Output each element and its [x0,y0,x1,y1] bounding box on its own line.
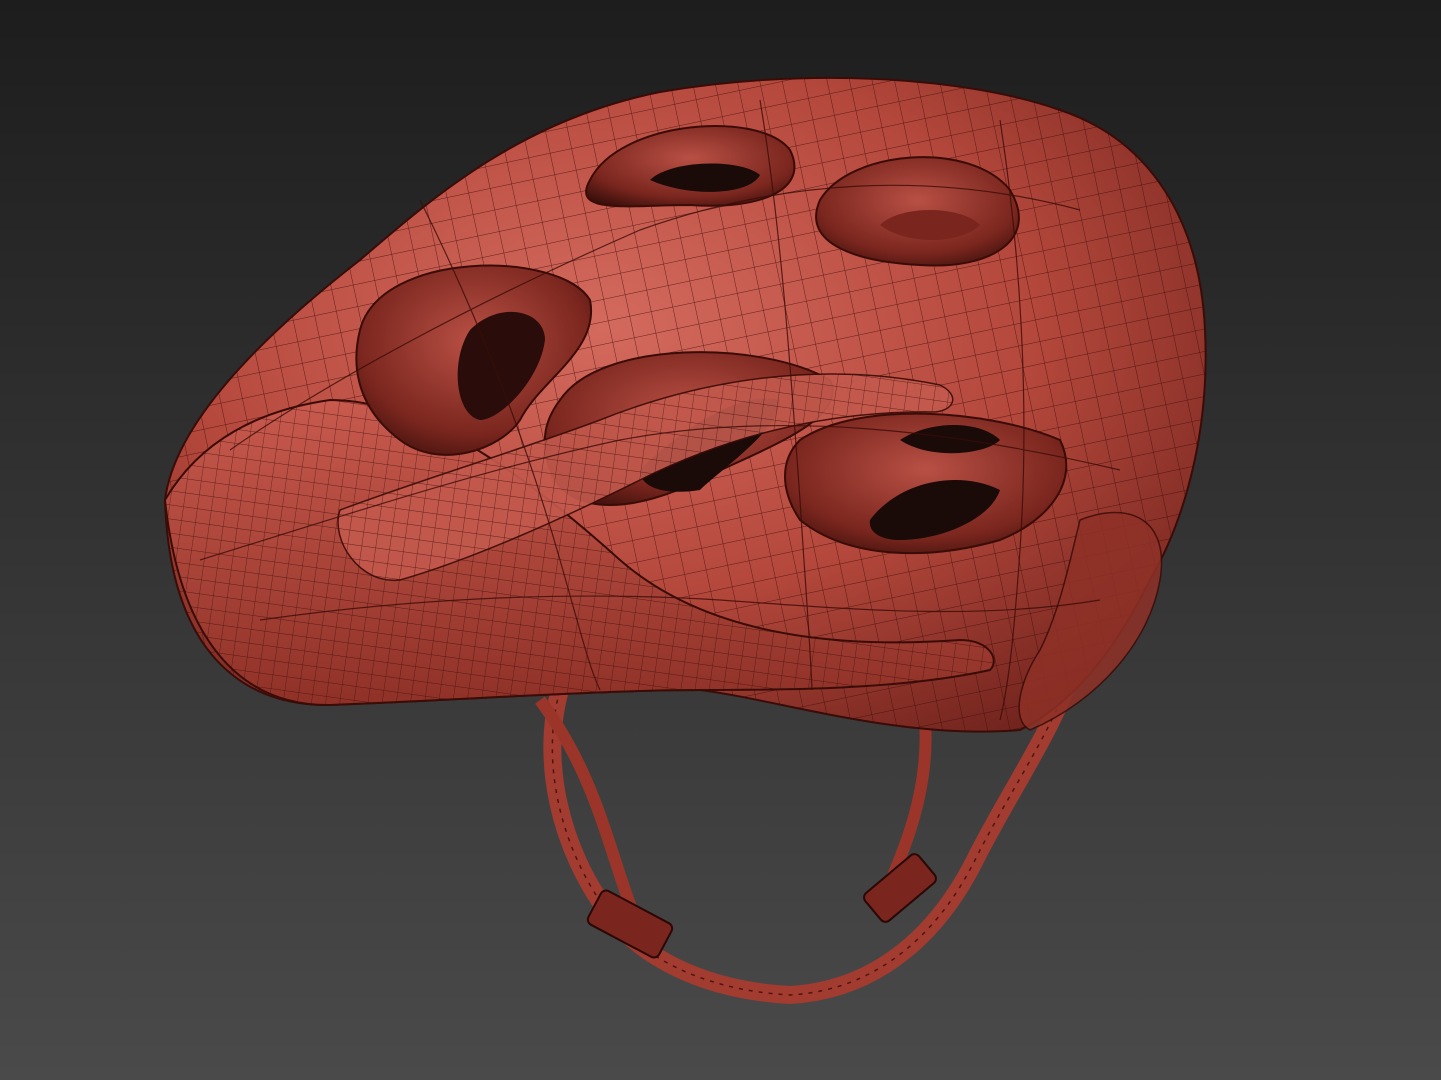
render-viewport [0,0,1441,1080]
helmet-render [0,0,1441,1080]
